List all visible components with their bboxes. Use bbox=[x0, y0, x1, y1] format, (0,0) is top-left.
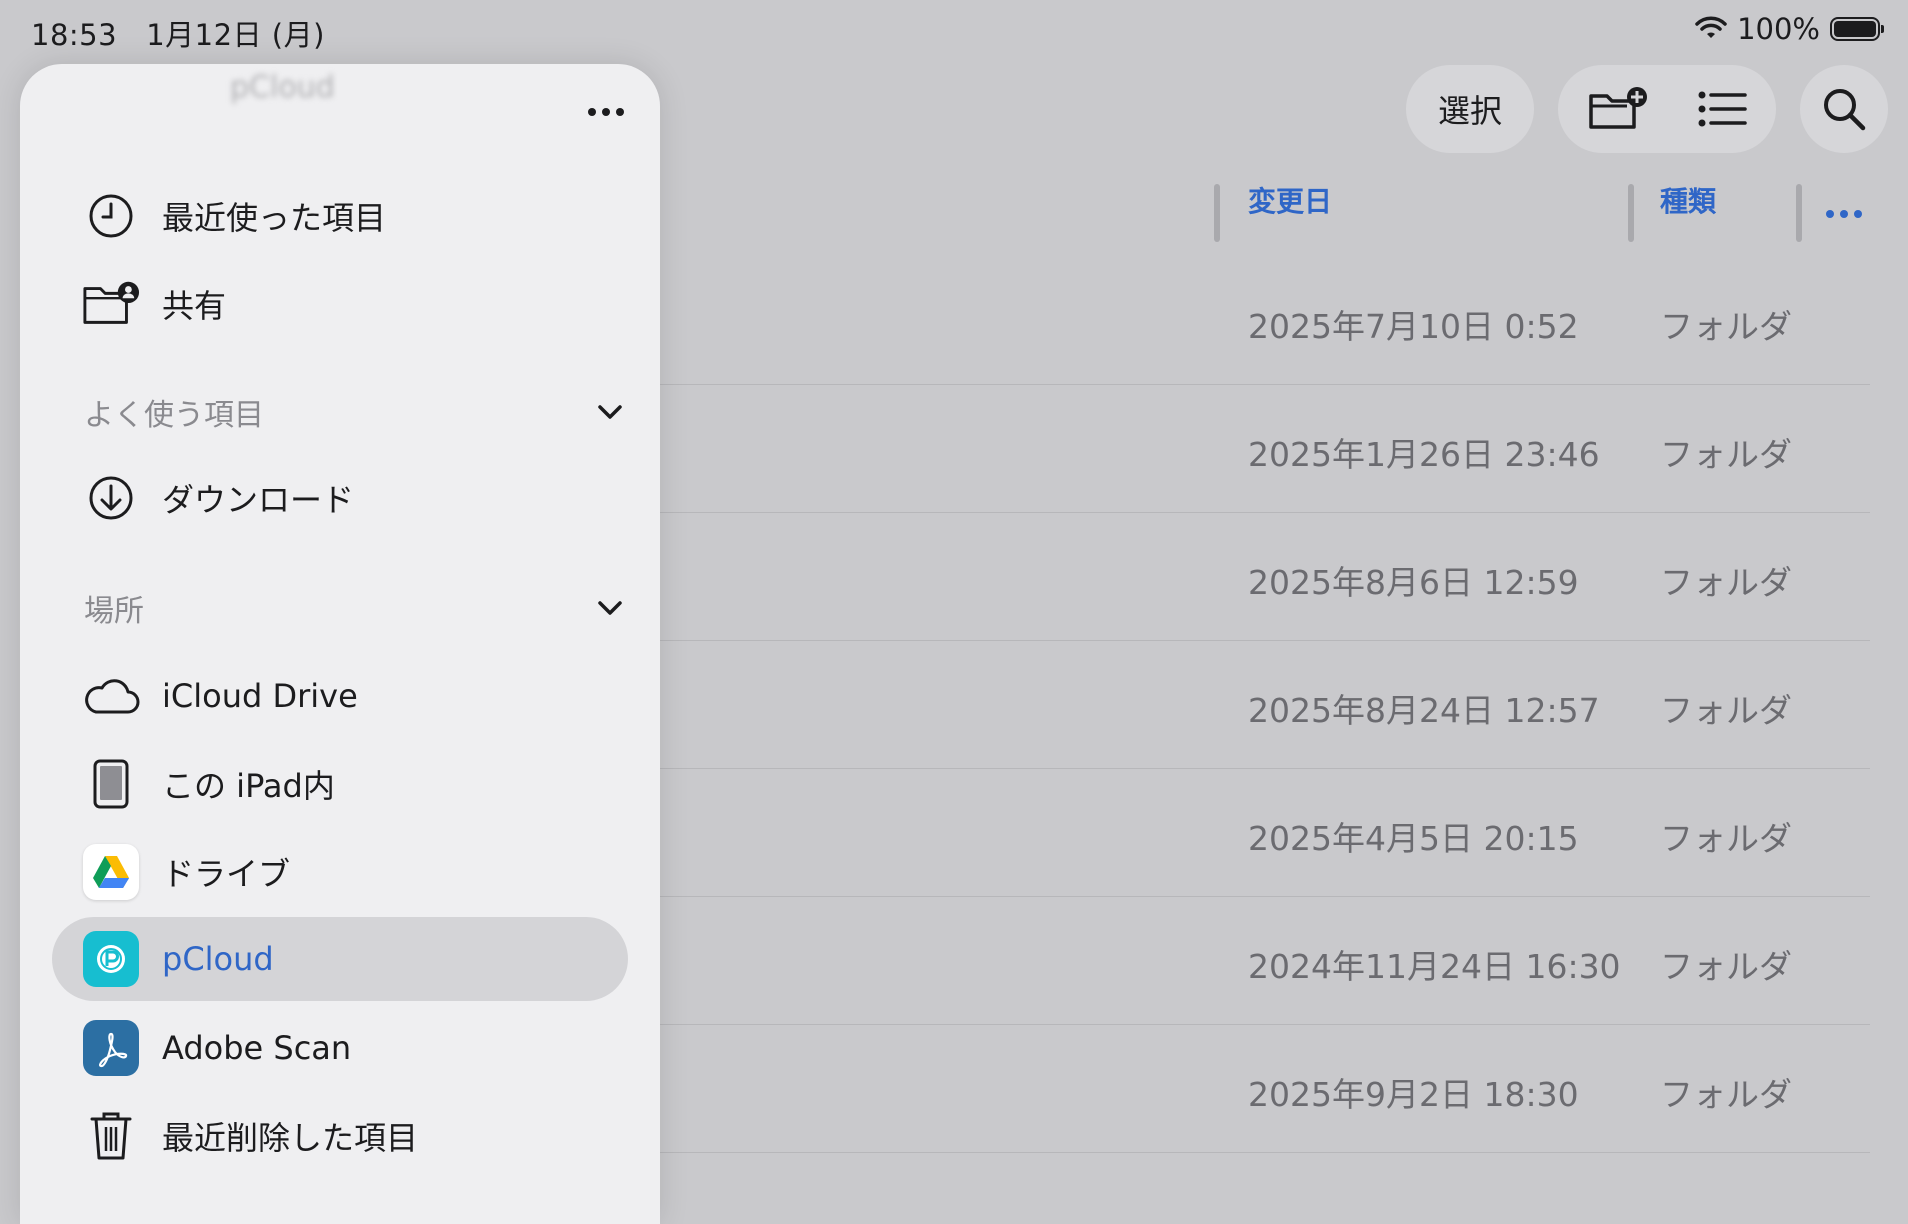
sidebar-more-button[interactable] bbox=[576, 92, 636, 132]
row-date: 2025年8月6日 12:59 bbox=[1248, 563, 1579, 602]
row-date: 2025年8月24日 12:57 bbox=[1248, 691, 1600, 730]
section-favorites[interactable]: よく使う項目 bbox=[84, 382, 624, 442]
row-kind: フォルダ bbox=[1660, 947, 1792, 986]
sidebar-item-label: ダウンロード bbox=[162, 481, 355, 519]
column-header-modified[interactable]: 変更日 bbox=[1248, 180, 1332, 240]
section-locations[interactable]: 場所 bbox=[84, 578, 624, 638]
trash-icon bbox=[82, 1107, 140, 1165]
row-date: 2025年7月10日 0:52 bbox=[1248, 307, 1579, 346]
row-kind: フォルダ bbox=[1660, 691, 1792, 730]
row-kind: フォルダ bbox=[1660, 435, 1792, 474]
sidebar-item-recently-deleted[interactable]: 最近削除した項目 bbox=[52, 1094, 628, 1178]
wifi-icon bbox=[1695, 16, 1727, 38]
blurred-title: pCloud bbox=[230, 70, 335, 105]
column-header-kind[interactable]: 種類 bbox=[1660, 180, 1716, 240]
google-drive-icon bbox=[82, 843, 140, 901]
row-kind: フォルダ bbox=[1660, 307, 1792, 346]
sidebar-item-adobe-scan[interactable]: Adobe Scan bbox=[52, 1006, 628, 1090]
row-date: 2025年1月26日 23:46 bbox=[1248, 435, 1600, 474]
status-time: 18:53 1月12日 (月) bbox=[31, 12, 325, 54]
table-row[interactable]: 2025年9月2日 18:30 フォルダ bbox=[660, 1024, 1870, 1153]
table-row[interactable]: 2025年8月6日 12:59 フォルダ bbox=[660, 512, 1870, 641]
row-date: 2025年9月2日 18:30 bbox=[1248, 1075, 1579, 1114]
clock-time: 18:53 bbox=[31, 18, 118, 52]
column-divider[interactable] bbox=[1214, 184, 1220, 242]
column-divider[interactable] bbox=[1628, 184, 1634, 242]
battery-percent: 100% bbox=[1737, 12, 1820, 46]
list-view-icon[interactable] bbox=[1697, 89, 1747, 129]
sidebar-item-label: 最近使った項目 bbox=[162, 199, 387, 237]
status-right: 100% bbox=[1695, 12, 1884, 46]
status-bar: 18:53 1月12日 (月) 100% bbox=[0, 0, 1908, 64]
shared-folder-icon bbox=[82, 275, 140, 333]
row-date: 2025年4月5日 20:15 bbox=[1248, 819, 1579, 858]
chevron-down-icon bbox=[598, 405, 622, 419]
sidebar-item-label: 最近削除した項目 bbox=[162, 1119, 419, 1157]
sidebar-item-label: 共有 bbox=[162, 287, 227, 325]
cloud-icon bbox=[82, 667, 140, 725]
sidebar-item-recents[interactable]: 最近使った項目 bbox=[52, 174, 628, 258]
row-kind: フォルダ bbox=[1660, 1075, 1792, 1114]
sidebar-item-label: ドライブ bbox=[162, 855, 291, 893]
search-icon bbox=[1824, 89, 1866, 131]
clock-date: 1月12日 (月) bbox=[146, 18, 325, 52]
sidebar-item-label: iCloud Drive bbox=[162, 677, 358, 715]
pcloud-icon bbox=[82, 930, 140, 988]
sidebar-item-label: pCloud bbox=[162, 940, 274, 978]
section-title: よく使う項目 bbox=[84, 398, 264, 433]
table-row[interactable]: 2025年4月5日 20:15 フォルダ bbox=[660, 768, 1870, 897]
new-folder-icon[interactable] bbox=[1587, 86, 1649, 132]
sidebar-item-label: この iPad内 bbox=[162, 767, 335, 805]
row-kind: フォルダ bbox=[1660, 819, 1792, 858]
sidebar-item-shared[interactable]: 共有 bbox=[52, 262, 628, 346]
column-more-button[interactable] bbox=[1826, 210, 1862, 218]
sidebar-item-label: Adobe Scan bbox=[162, 1029, 352, 1067]
sidebar-item-downloads[interactable]: ダウンロード bbox=[52, 456, 628, 540]
table-row[interactable]: 2025年7月10日 0:52 フォルダ bbox=[660, 256, 1870, 385]
sidebar: pCloud 最近使った項目 共有 よく使う項目 ダウンロード 場所 iClou… bbox=[20, 64, 660, 1224]
sidebar-item-pcloud[interactable]: pCloud bbox=[52, 917, 628, 1001]
section-title: 場所 bbox=[84, 594, 144, 629]
select-button-label: 選択 bbox=[1437, 92, 1502, 130]
sidebar-item-on-my-ipad[interactable]: この iPad内 bbox=[52, 742, 628, 826]
adobe-scan-icon bbox=[82, 1019, 140, 1077]
battery-icon bbox=[1830, 17, 1884, 41]
toolbar-actions bbox=[1558, 65, 1776, 153]
sidebar-item-google-drive[interactable]: ドライブ bbox=[52, 830, 628, 914]
select-button[interactable]: 選択 bbox=[1406, 65, 1534, 153]
table-row[interactable]: 2025年1月26日 23:46 フォルダ bbox=[660, 384, 1870, 513]
table-row[interactable]: 2024年11月24日 16:30 フォルダ bbox=[660, 896, 1870, 1025]
table-row[interactable]: 2025年8月24日 12:57 フォルダ bbox=[660, 640, 1870, 769]
download-icon bbox=[82, 469, 140, 527]
row-kind: フォルダ bbox=[1660, 563, 1792, 602]
row-date: 2024年11月24日 16:30 bbox=[1248, 947, 1621, 986]
search-button[interactable] bbox=[1800, 65, 1888, 153]
sidebar-item-icloud-drive[interactable]: iCloud Drive bbox=[52, 654, 628, 738]
chevron-down-icon bbox=[598, 601, 622, 615]
clock-icon bbox=[82, 187, 140, 245]
ipad-icon bbox=[82, 755, 140, 813]
column-divider[interactable] bbox=[1796, 184, 1802, 242]
